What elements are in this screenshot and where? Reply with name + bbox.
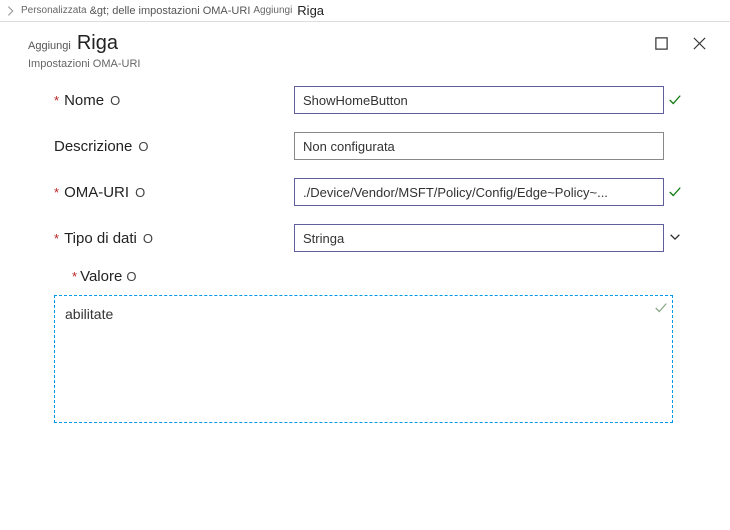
value-box bbox=[54, 295, 674, 426]
description-input[interactable] bbox=[294, 132, 664, 160]
row-description: Descrizione O bbox=[54, 132, 690, 160]
info-icon[interactable]: O bbox=[138, 139, 148, 154]
check-icon bbox=[668, 185, 682, 199]
info-icon[interactable]: O bbox=[110, 93, 120, 108]
info-icon[interactable]: O bbox=[143, 231, 153, 246]
name-input[interactable] bbox=[294, 86, 664, 114]
maximize-icon[interactable] bbox=[652, 34, 670, 52]
value-textarea[interactable] bbox=[54, 295, 673, 423]
panel-header: Aggiungi Riga bbox=[0, 22, 730, 57]
breadcrumb: Personalizzata &gt; delle impostazioni O… bbox=[0, 0, 730, 22]
title-prefix: Aggiungi bbox=[28, 40, 71, 52]
page-subtitle: Impostazioni OMA-URI bbox=[0, 57, 730, 70]
datatype-select[interactable]: Stringa bbox=[294, 224, 664, 252]
row-datatype: * Tipo di dati O Stringa bbox=[54, 224, 690, 252]
breadcrumb-item-4[interactable]: Riga bbox=[295, 3, 324, 18]
label-omauri: * OMA-URI O bbox=[54, 184, 294, 201]
check-icon bbox=[668, 93, 682, 107]
chevron-right-icon bbox=[4, 4, 18, 18]
required-asterisk: * bbox=[54, 93, 62, 108]
label-value: * Valore O bbox=[72, 268, 690, 285]
check-icon bbox=[654, 301, 668, 318]
required-asterisk: * bbox=[72, 269, 80, 284]
row-value-label: * Valore O bbox=[54, 268, 690, 285]
breadcrumb-item-1[interactable]: Personalizzata bbox=[21, 5, 87, 16]
required-asterisk: * bbox=[54, 185, 62, 200]
chevron-down-icon bbox=[668, 230, 682, 247]
row-name: * Nome O bbox=[54, 86, 690, 114]
omauri-input[interactable] bbox=[294, 178, 664, 206]
close-icon[interactable] bbox=[690, 34, 708, 52]
row-omauri: * OMA-URI O bbox=[54, 178, 690, 206]
info-icon[interactable]: O bbox=[126, 269, 136, 284]
label-description: Descrizione O bbox=[54, 138, 294, 155]
form: * Nome O Descrizione O * OMA-URI O bbox=[0, 70, 730, 436]
breadcrumb-item-2[interactable]: &gt; delle impostazioni OMA-URI bbox=[90, 5, 251, 17]
info-icon[interactable]: O bbox=[135, 185, 145, 200]
page-title: Riga bbox=[77, 32, 118, 55]
breadcrumb-item-3[interactable]: Aggiungi bbox=[253, 5, 292, 16]
required-asterisk: * bbox=[54, 231, 62, 246]
label-datatype: * Tipo di dati O bbox=[54, 230, 294, 247]
label-name: * Nome O bbox=[54, 92, 294, 109]
